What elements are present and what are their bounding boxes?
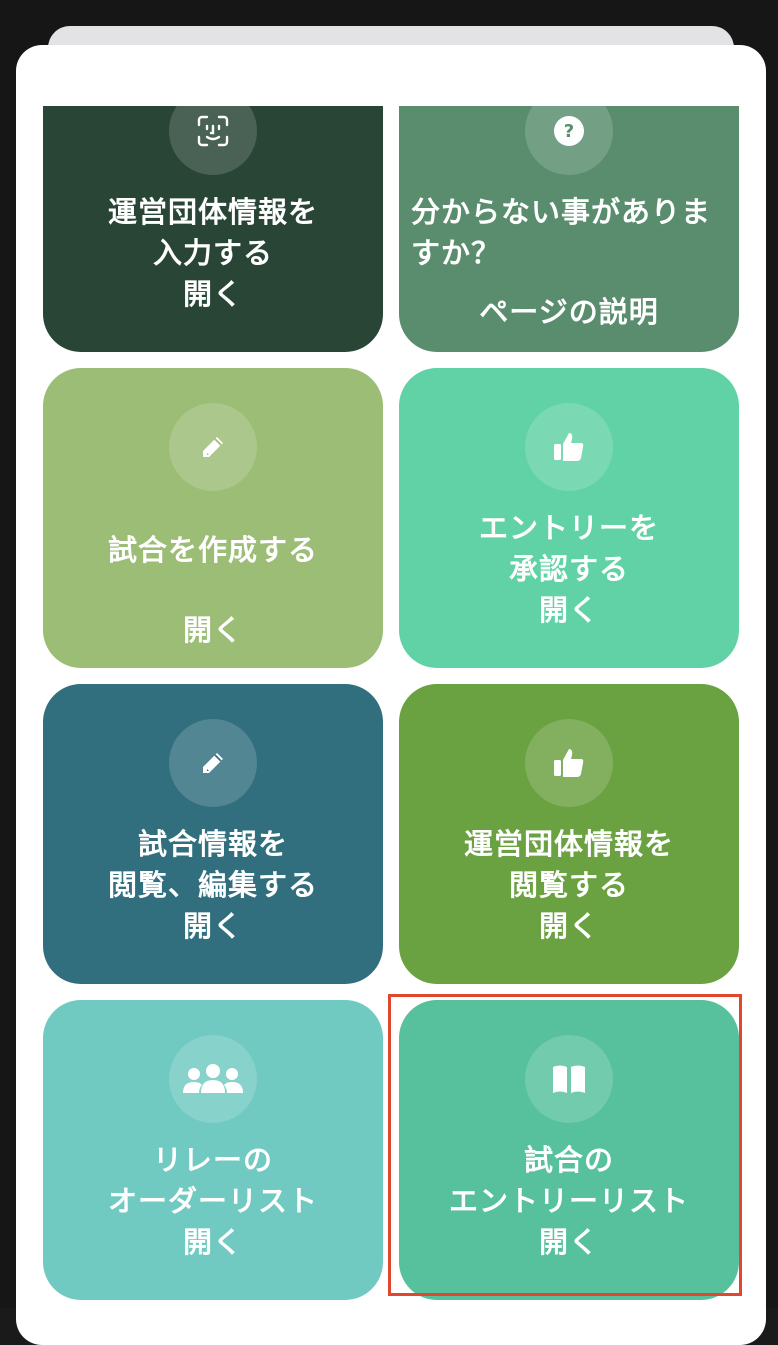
pencil-icon: [169, 403, 257, 491]
book-icon: [525, 1035, 613, 1123]
tile-open-label: 開く: [538, 593, 599, 627]
tile-title-line: 試合情報を: [137, 827, 288, 861]
tile-help[interactable]: ? 分からない事がありま すか？ ページの説明: [399, 106, 739, 352]
question-icon: ?: [525, 106, 613, 175]
tile-title-line: 運営団体情報を: [107, 195, 318, 229]
tile-view-org-info[interactable]: 運営団体情報を 閲覧する 開く: [399, 684, 739, 984]
tile-match-info[interactable]: 試合情報を 閲覧、編集する 開く: [43, 684, 383, 984]
tile-open-label: 開く: [182, 613, 243, 647]
tile-open-label: 開く: [538, 909, 599, 943]
tile-open-label: 開く: [538, 1225, 599, 1259]
tile-title-line: 入力する: [152, 236, 273, 270]
tile-grid: 運営団体情報を 入力する 開く ? 分からない事がありま すか？ ページの説明: [0, 106, 778, 1300]
users-icon: [169, 1035, 257, 1123]
tile-title-line: 運営団体情報を: [463, 827, 674, 861]
tile-title-line: リレーの: [152, 1143, 273, 1177]
thumbs-up-icon: [525, 403, 613, 491]
tile-approve-entries[interactable]: エントリーを 承認する 開く: [399, 368, 739, 668]
tile-relay-order[interactable]: リレーの オーダーリスト 開く: [43, 1000, 383, 1300]
tile-entry-list[interactable]: 試合の エントリーリスト 開く: [399, 1000, 739, 1300]
tile-title-line: 分からない事がありま: [411, 195, 712, 229]
thumbs-up-icon: [525, 719, 613, 807]
tile-title-line: 閲覧する: [508, 868, 629, 902]
tile-title-line: 試合を作成する: [107, 533, 318, 567]
face-scan-icon: [169, 106, 257, 175]
tile-open-label: 開く: [182, 909, 243, 943]
pencil-icon: [169, 719, 257, 807]
tile-enter-org-info[interactable]: 運営団体情報を 入力する 開く: [43, 106, 383, 352]
tile-title-line: エントリーリスト: [448, 1184, 689, 1218]
tile-title-line: エントリーを: [478, 511, 659, 545]
tile-create-match[interactable]: 試合を作成する 開く: [43, 368, 383, 668]
svg-text:?: ?: [564, 121, 574, 142]
tile-open-label: 開く: [182, 1225, 243, 1259]
tile-open-label: ページの説明: [479, 295, 659, 329]
tile-title-line: 承認する: [508, 552, 629, 586]
tile-title-line: 試合の: [523, 1143, 614, 1177]
tile-title-line: オーダーリスト: [107, 1184, 318, 1218]
tile-title-line: すか？: [411, 236, 502, 270]
tile-open-label: 開く: [182, 277, 243, 311]
tile-title-line: 閲覧、編集する: [107, 868, 318, 902]
